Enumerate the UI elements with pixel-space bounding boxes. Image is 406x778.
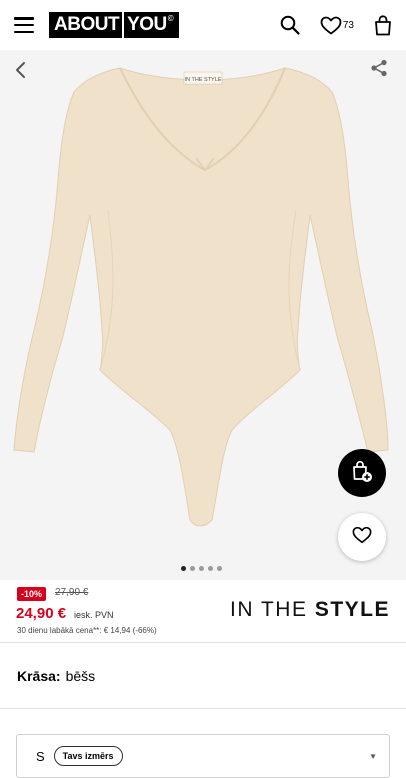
carousel-dot[interactable] — [190, 566, 195, 571]
lowest-price-note: 30 dienu labākā cena**: € 14,94 (-66%) — [17, 626, 157, 635]
logo-you: YOU — [127, 14, 167, 35]
add-to-bag-button[interactable] — [338, 449, 386, 497]
vat-note: iesk. PVN — [74, 610, 114, 620]
carousel-dot[interactable] — [199, 566, 204, 571]
carousel-dot[interactable] — [181, 566, 186, 571]
carousel-dot[interactable] — [208, 566, 213, 571]
wishlist-button[interactable]: 73 — [320, 16, 354, 35]
carousel-dot[interactable] — [217, 566, 222, 571]
share-icon[interactable] — [370, 59, 388, 82]
add-to-wishlist-button[interactable] — [338, 513, 386, 561]
your-size-badge: Tavs izmērs — [53, 746, 123, 766]
chevron-left-icon[interactable] — [14, 61, 28, 84]
heart-icon — [352, 526, 372, 549]
add-to-bag-icon — [351, 459, 373, 488]
caret-down-icon: ▼ — [369, 752, 377, 761]
about-you-logo[interactable]: ABOUT YOU © — [49, 12, 180, 38]
wishlist-count: 73 — [342, 19, 354, 31]
current-price: 24,90 € — [16, 605, 67, 622]
color-value: bēšs — [65, 667, 96, 684]
carousel-dots[interactable] — [181, 566, 222, 571]
brand-name-light: IN THE — [230, 598, 315, 621]
discount-badge: -10% — [17, 587, 47, 601]
logo-about: ABOUT — [54, 14, 120, 35]
size-selector[interactable]: S Tavs izmērs ▼ — [16, 734, 390, 778]
top-header: ABOUT YOU © 73 — [0, 0, 406, 50]
search-icon[interactable] — [280, 15, 300, 35]
old-price: 27,90 € — [55, 587, 89, 598]
garment-label: IN THE STYLE — [185, 77, 222, 83]
price-section: -10% 27,90 € 24,90 € iesk. PVN 30 dienu … — [0, 580, 406, 643]
color-label: Krāsa: — [17, 667, 61, 684]
size-value: S — [36, 748, 45, 764]
menu-icon[interactable] — [14, 17, 34, 33]
product-gallery[interactable]: IN THE STYLE — [0, 50, 406, 580]
product-image: IN THE STYLE — [13, 67, 389, 527]
heart-icon — [320, 16, 342, 35]
brand-logo[interactable]: IN THE STYLE — [230, 598, 390, 622]
brand-name-bold: STYLE — [314, 598, 390, 621]
color-row: Krāsa: bēšs — [0, 643, 406, 709]
shopping-bag-icon[interactable] — [374, 14, 392, 36]
